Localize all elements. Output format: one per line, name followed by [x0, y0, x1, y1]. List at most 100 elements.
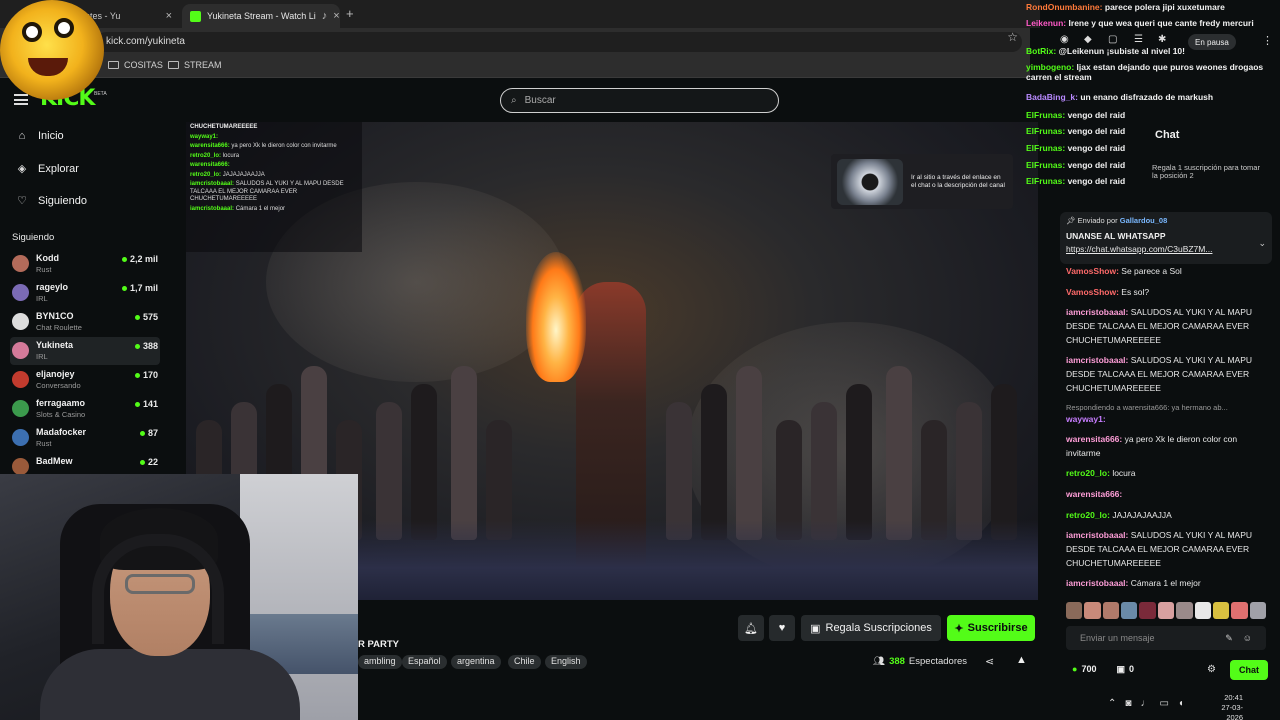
- chat-username[interactable]: iamcristobaaal:: [1066, 578, 1128, 588]
- bookmark-folder-stream[interactable]: STREAM: [168, 60, 222, 70]
- avatar: [12, 313, 29, 330]
- network-icon[interactable]: ▭: [1159, 698, 1168, 709]
- speaker-icon[interactable]: ♪: [322, 10, 328, 22]
- microphone-icon[interactable]: ♩: [1140, 698, 1150, 709]
- following-item[interactable]: Kodd Rust 2,2 mil: [10, 250, 160, 278]
- chevron-up-icon[interactable]: ⌃: [1108, 698, 1116, 709]
- emote-icon[interactable]: [1102, 602, 1120, 619]
- follow-heart-button[interactable]: ♥: [769, 615, 795, 641]
- bookmark-star-icon[interactable]: ☆: [1007, 30, 1018, 44]
- chat-message[interactable]: retro20_lo: locura: [1066, 466, 1272, 480]
- chat-username[interactable]: iamcristobaaal:: [1066, 530, 1128, 540]
- extension-icon[interactable]: ◆: [1084, 34, 1092, 45]
- gift-subscriptions-button[interactable]: ▣ Regala Suscripciones: [801, 615, 941, 641]
- stream-title: R PARTY: [358, 639, 399, 650]
- send-chat-button[interactable]: Chat: [1230, 660, 1268, 680]
- following-item[interactable]: rageylo IRL 1,7 mil: [10, 279, 160, 307]
- following-item[interactable]: Yukineta IRL 388: [10, 337, 160, 365]
- viewer-count: 170: [134, 370, 158, 380]
- volume-icon[interactable]: ◖: [1178, 698, 1184, 709]
- chat-message[interactable]: retro20_lo: JAJAJAJAAJJA: [1066, 508, 1272, 522]
- bookmark-folder-cositas[interactable]: COSITAS: [108, 60, 163, 70]
- close-icon[interactable]: ×: [166, 10, 172, 22]
- search-bar[interactable]: ⌕: [500, 88, 779, 113]
- report-icon[interactable]: ▲: [1016, 654, 1027, 666]
- nav-item-explorar[interactable]: ◈ Explorar: [16, 162, 79, 176]
- following-item[interactable]: Madafocker Rust 87: [10, 424, 160, 452]
- translate-icon[interactable]: ✎: [1225, 633, 1233, 644]
- following-item[interactable]: ferragaamo Slots & Casino 141: [10, 395, 160, 423]
- extension-icon[interactable]: ☰: [1134, 34, 1143, 45]
- emote-icon[interactable]: [1176, 602, 1193, 619]
- chat-message[interactable]: iamcristobaaal: SALUDOS AL YUKI Y AL MAP…: [1066, 353, 1272, 395]
- chat-message[interactable]: wayway1:: [1066, 412, 1272, 426]
- nav-label: Inicio: [38, 130, 64, 142]
- nav-item-inicio[interactable]: ⌂ Inicio: [16, 130, 64, 142]
- folder-icon: [168, 61, 179, 69]
- chat-username[interactable]: warensita666:: [1066, 489, 1122, 499]
- emote-icon[interactable]: [1157, 602, 1175, 619]
- gear-icon[interactable]: ⚙: [1207, 664, 1216, 675]
- chat-input[interactable]: [1080, 633, 1220, 643]
- new-tab-icon[interactable]: +: [346, 6, 354, 21]
- following-item[interactable]: eljanojey Conversando 170: [10, 366, 160, 394]
- emote-icon[interactable]: [1249, 602, 1266, 619]
- gift-label: Regala Suscripciones: [825, 622, 932, 634]
- discord-icon[interactable]: ◙: [1125, 698, 1131, 709]
- emote-icon[interactable]: [1139, 602, 1156, 619]
- chat-username[interactable]: wayway1:: [1066, 414, 1106, 424]
- nav-item-siguiendo[interactable]: ♡ Siguiendo: [16, 194, 87, 208]
- chat-username[interactable]: VamosShow:: [1066, 287, 1119, 297]
- browser-tab-2[interactable]: Yukineta Stream - Watch Li ♪ ×: [182, 4, 340, 28]
- stream-tag[interactable]: Chile: [508, 655, 541, 669]
- stream-tag[interactable]: argentina: [451, 655, 501, 669]
- subscribe-button[interactable]: ✦ Suscribirse: [947, 615, 1035, 641]
- chat-message[interactable]: VamosShow: Se parece a Sol: [1066, 264, 1272, 278]
- avatar: [12, 284, 29, 301]
- stream-tag[interactable]: Español: [402, 655, 447, 669]
- chat-input-box[interactable]: ✎ ☺: [1066, 626, 1266, 650]
- notification-bell-button[interactable]: 🔔︎: [738, 615, 764, 641]
- live-dot-icon: [134, 401, 140, 407]
- ad-image: [837, 158, 903, 205]
- chat-message[interactable]: warensita666: ya pero Xk le dieron color…: [1066, 432, 1272, 460]
- chat-username[interactable]: warensita666:: [1066, 434, 1122, 444]
- chat-message[interactable]: warensita666:: [1066, 487, 1272, 501]
- chat-message[interactable]: iamcristobaaal: Cámara 1 el mejor: [1066, 576, 1272, 590]
- emote-icon[interactable]: [1194, 602, 1211, 619]
- close-icon[interactable]: ×: [333, 10, 339, 22]
- avatar: [12, 255, 29, 272]
- pinned-link[interactable]: https://chat.whatsapp.com/C3uBZ7M...: [1066, 244, 1266, 254]
- clock[interactable]: 20:41 27-03-2026: [1207, 693, 1243, 720]
- chevron-down-icon[interactable]: ⌄: [1258, 238, 1266, 249]
- emote-icon[interactable]: [1121, 602, 1138, 619]
- compass-icon: ◈: [17, 163, 27, 175]
- stream-tag[interactable]: ambling: [358, 655, 402, 669]
- puzzle-icon[interactable]: ✱: [1158, 34, 1166, 45]
- chat-message[interactable]: iamcristobaaal: SALUDOS AL YUKI Y AL MAP…: [1066, 528, 1272, 570]
- stream-tag[interactable]: English: [545, 655, 587, 669]
- extension-icon[interactable]: ▢: [1108, 34, 1117, 45]
- emote-icon[interactable]: [1066, 602, 1083, 619]
- url-field[interactable]: kick.com/yukineta: [96, 32, 1022, 52]
- chat-username[interactable]: VamosShow:: [1066, 266, 1119, 276]
- extension-icon[interactable]: ◉: [1060, 34, 1069, 45]
- chat-username[interactable]: iamcristobaaal:: [1066, 307, 1128, 317]
- menu-icon[interactable]: [14, 94, 28, 105]
- chat-message[interactable]: VamosShow: Es sol?: [1066, 285, 1272, 299]
- share-icon[interactable]: ⋖: [985, 655, 994, 668]
- emote-icon[interactable]: [1231, 602, 1248, 619]
- pinned-message[interactable]: 📌︎ Enviado por Gallardou_08 UNANSE AL WH…: [1060, 212, 1272, 264]
- overlay-chat-line: retro20_lo: JAJAJAJAAJJA: [190, 171, 265, 178]
- chat-username[interactable]: retro20_lo:: [1066, 468, 1110, 478]
- emoji-icon[interactable]: ☺: [1243, 633, 1252, 644]
- chat-message[interactable]: iamcristobaaal: SALUDOS AL YUKI Y AL MAP…: [1066, 305, 1272, 347]
- avatar: [12, 400, 29, 417]
- search-input[interactable]: [524, 95, 745, 106]
- chat-username[interactable]: iamcristobaaal:: [1066, 355, 1128, 365]
- emote-icon[interactable]: [1212, 602, 1230, 619]
- following-item[interactable]: BYN1CO Chat Roulette 575: [10, 308, 160, 336]
- chat-username[interactable]: retro20_lo:: [1066, 510, 1110, 520]
- channel-points[interactable]: ● 700 ▣ 0: [1072, 664, 1134, 675]
- emote-icon[interactable]: [1084, 602, 1101, 619]
